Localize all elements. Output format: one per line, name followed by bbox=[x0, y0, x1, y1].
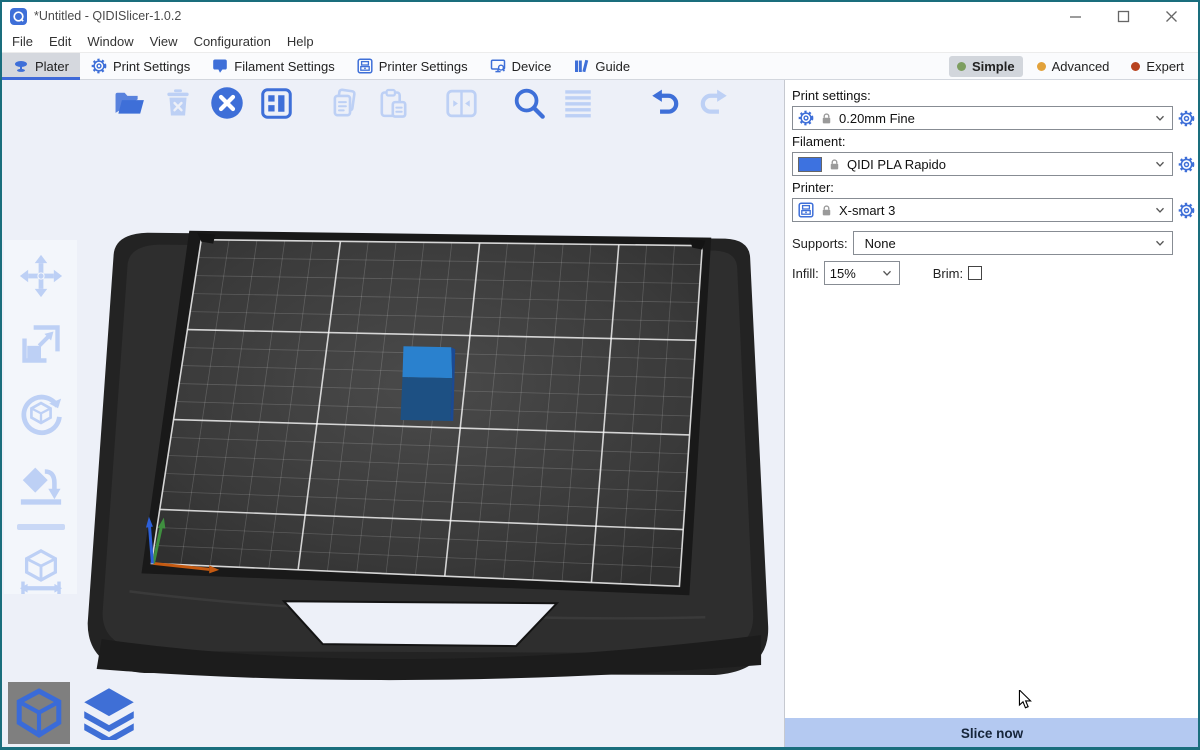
app-logo-icon bbox=[10, 8, 27, 25]
search-button[interactable] bbox=[510, 84, 548, 122]
mode-selector: Simple Advanced Expert bbox=[949, 53, 1198, 79]
chevron-down-icon bbox=[1153, 157, 1167, 171]
bed-handle-cutout bbox=[284, 601, 557, 646]
print-settings-gear-icon bbox=[91, 58, 107, 74]
printer-value: X-smart 3 bbox=[839, 203, 895, 218]
redo-button[interactable] bbox=[695, 84, 733, 122]
plater-toolbar bbox=[110, 84, 733, 122]
mouse-cursor bbox=[1016, 690, 1034, 710]
tab-plater[interactable]: Plater bbox=[2, 53, 80, 79]
layers-view-icon bbox=[82, 686, 136, 740]
cube-top-face bbox=[402, 346, 452, 378]
delete-button[interactable] bbox=[159, 84, 197, 122]
edit-print-settings-button[interactable] bbox=[1177, 109, 1195, 127]
infill-combo[interactable]: 15% bbox=[824, 261, 900, 285]
undo-button[interactable] bbox=[646, 84, 684, 122]
open-file-button[interactable] bbox=[110, 84, 148, 122]
menu-edit[interactable]: Edit bbox=[41, 30, 79, 52]
app-window: *Untitled - QIDISlicer-1.0.2 File Edit W… bbox=[0, 0, 1200, 750]
menu-configuration[interactable]: Configuration bbox=[186, 30, 279, 52]
view-toggles bbox=[8, 682, 140, 744]
layer-list-button[interactable] bbox=[559, 84, 597, 122]
plater-icon bbox=[13, 58, 29, 74]
supports-label: Supports: bbox=[792, 236, 848, 251]
edit-filament-button[interactable] bbox=[1177, 155, 1195, 173]
model-cube[interactable] bbox=[400, 346, 455, 421]
lock-icon bbox=[828, 158, 841, 171]
editor-view-button[interactable] bbox=[8, 682, 70, 744]
tab-print-settings[interactable]: Print Settings bbox=[80, 53, 201, 79]
tab-printer-settings[interactable]: Printer Settings bbox=[346, 53, 479, 79]
menu-window[interactable]: Window bbox=[79, 30, 141, 52]
arrange-button[interactable] bbox=[257, 84, 295, 122]
filament-color-swatch bbox=[798, 157, 822, 172]
cube-view-icon bbox=[14, 688, 64, 738]
expert-dot-icon bbox=[1131, 62, 1140, 71]
edit-printer-button[interactable] bbox=[1177, 201, 1195, 219]
printer-icon bbox=[357, 58, 373, 74]
scale-gizmo-icon[interactable] bbox=[18, 322, 64, 366]
guide-icon bbox=[573, 58, 589, 74]
preview-view-button[interactable] bbox=[78, 682, 140, 744]
supports-combo[interactable]: None bbox=[853, 231, 1173, 255]
menu-view[interactable]: View bbox=[142, 30, 186, 52]
tab-bar: Plater Print Settings Filament Settings … bbox=[2, 53, 1198, 80]
brim-label: Brim: bbox=[933, 266, 963, 281]
paste-button[interactable] bbox=[374, 84, 412, 122]
window-title: *Untitled - QIDISlicer-1.0.2 bbox=[34, 9, 181, 23]
menu-help[interactable]: Help bbox=[279, 30, 322, 52]
viewport-3d[interactable] bbox=[2, 80, 784, 749]
chevron-down-icon bbox=[880, 266, 894, 280]
title-bar: *Untitled - QIDISlicer-1.0.2 bbox=[2, 2, 1198, 30]
simple-dot-icon bbox=[957, 62, 966, 71]
copy-button[interactable] bbox=[325, 84, 363, 122]
gizmo-divider bbox=[17, 524, 65, 530]
printer-combo[interactable]: X-smart 3 bbox=[792, 198, 1173, 222]
delete-all-button[interactable] bbox=[208, 84, 246, 122]
chevron-down-icon bbox=[1153, 236, 1167, 250]
filament-value: QIDI PLA Rapido bbox=[847, 157, 946, 172]
slice-now-button[interactable]: Slice now bbox=[785, 718, 1199, 749]
rotate-gizmo-icon[interactable] bbox=[18, 390, 64, 436]
close-icon[interactable] bbox=[1160, 5, 1182, 27]
chevron-down-icon bbox=[1153, 111, 1167, 125]
filament-combo[interactable]: QIDI PLA Rapido bbox=[792, 152, 1173, 176]
tab-guide[interactable]: Guide bbox=[562, 53, 641, 79]
maximize-icon[interactable] bbox=[1112, 5, 1134, 27]
printer-icon bbox=[798, 202, 814, 218]
settings-sidebar: Print settings: 0.20mm Fine Filament: QI… bbox=[784, 80, 1198, 749]
printer-label: Printer: bbox=[792, 180, 1198, 195]
measure-gizmo-icon[interactable] bbox=[18, 548, 64, 594]
mode-expert[interactable]: Expert bbox=[1123, 56, 1192, 77]
brim-checkbox[interactable] bbox=[968, 266, 982, 280]
gizmo-toolbar bbox=[4, 240, 77, 594]
filament-label: Filament: bbox=[792, 134, 1198, 149]
mode-simple[interactable]: Simple bbox=[949, 56, 1023, 77]
infill-label: Infill: bbox=[792, 266, 819, 281]
print-settings-value: 0.20mm Fine bbox=[839, 111, 915, 126]
filament-icon bbox=[212, 58, 228, 74]
tab-device[interactable]: Device bbox=[479, 53, 563, 79]
lock-icon bbox=[820, 112, 833, 125]
menu-file[interactable]: File bbox=[4, 30, 41, 52]
lock-icon bbox=[820, 204, 833, 217]
print-profile-gear-icon bbox=[798, 110, 814, 126]
place-on-face-gizmo-icon[interactable] bbox=[18, 460, 64, 506]
minimize-icon[interactable] bbox=[1064, 5, 1086, 27]
device-icon bbox=[490, 58, 506, 74]
advanced-dot-icon bbox=[1037, 62, 1046, 71]
chevron-down-icon bbox=[1153, 203, 1167, 217]
menu-bar: File Edit Window View Configuration Help bbox=[2, 30, 1198, 53]
move-gizmo-icon[interactable] bbox=[18, 254, 64, 298]
split-button[interactable] bbox=[442, 84, 480, 122]
mode-advanced[interactable]: Advanced bbox=[1029, 56, 1118, 77]
tab-filament-settings[interactable]: Filament Settings bbox=[201, 53, 345, 79]
cube-front-face bbox=[400, 377, 452, 421]
print-settings-label: Print settings: bbox=[792, 88, 1198, 103]
print-settings-combo[interactable]: 0.20mm Fine bbox=[792, 106, 1173, 130]
supports-value: None bbox=[859, 236, 896, 251]
bed-scene bbox=[2, 80, 784, 749]
infill-value: 15% bbox=[830, 266, 856, 281]
